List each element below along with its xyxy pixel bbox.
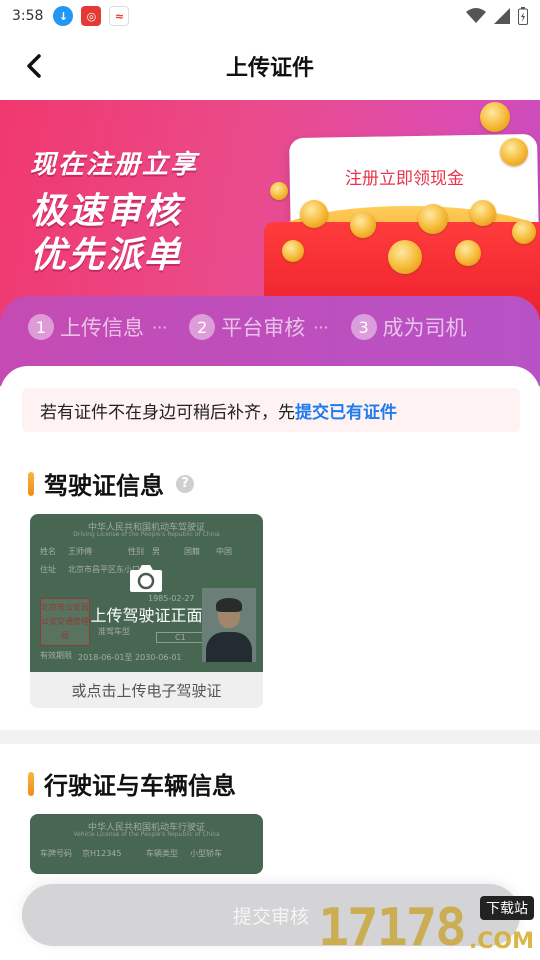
step-platform-review: 2 平台审核 ··· (189, 312, 329, 342)
vehicle-license-upload-card[interactable]: 中华人民共和国机动车行驶证 Vehicle License of the Peo… (30, 814, 263, 874)
coin-icon (350, 212, 376, 238)
app-notification-icon: ◎ (81, 6, 102, 26)
section-accent-bar (28, 471, 34, 496)
step-number: 2 (189, 314, 216, 340)
vehicle-license-sample-image[interactable]: 中华人民共和国机动车行驶证 Vehicle License of the Peo… (30, 814, 263, 874)
coin-icon (270, 182, 288, 200)
cash-card-text: 注册立即领现金 (345, 169, 464, 189)
banner-line-1: 现在注册立享 (30, 150, 199, 180)
coin-icon (470, 200, 496, 226)
banner-line-3: 优先派单 (30, 235, 183, 276)
notice-text: 若有证件不在身边可稍后补齐，先 (40, 402, 295, 423)
app-notification-icon-2: ≈ (109, 6, 130, 26)
step-label: 平台审核 (221, 316, 306, 340)
electronic-license-upload-link[interactable]: 或点击上传电子驾驶证 (30, 672, 263, 708)
section-title-text: 行驶证与车辆信息 (44, 772, 236, 800)
license-dim-overlay (30, 814, 263, 874)
section-vehicle-license: 行驶证与车辆信息 (28, 766, 236, 801)
wifi-icon (466, 8, 486, 23)
step-upload-info: 1 上传信息 ··· (28, 312, 167, 342)
submit-existing-link[interactable]: 提交已有证件 (295, 398, 397, 423)
step-number: 1 (28, 314, 54, 340)
upload-driver-license-label[interactable]: 上传驾驶证正面 (30, 602, 263, 626)
help-icon[interactable]: ? (176, 474, 194, 493)
chevron-left-icon (27, 54, 41, 78)
step-dots: ··· (313, 317, 329, 337)
step-dots: ··· (152, 317, 168, 337)
section-title-text: 驾驶证信息 (44, 472, 164, 500)
section-driver-license: 驾驶证信息 ? (28, 466, 194, 501)
navigation-bar: 上传证件 (0, 32, 540, 100)
step-label: 上传信息 (60, 316, 144, 340)
signal-icon (494, 8, 510, 24)
notice-bar: 若有证件不在身边可稍后补齐，先 提交已有证件 (22, 388, 520, 432)
coin-icon (480, 102, 510, 132)
coin-icon (512, 220, 536, 244)
camera-icon[interactable] (128, 562, 164, 594)
back-button[interactable] (18, 50, 50, 82)
page-title: 上传证件 (225, 56, 314, 81)
battery-icon (518, 7, 528, 25)
driver-license-upload-card[interactable]: 中华人民共和国机动车驾驶证 Driving License of the Peo… (30, 514, 263, 708)
coin-icon (418, 204, 448, 234)
coin-icon (300, 200, 328, 228)
site-watermark: 17178 下载站 .COM (308, 894, 538, 958)
driver-license-sample-image[interactable]: 中华人民共和国机动车驾驶证 Driving License of the Peo… (30, 514, 263, 672)
step-become-driver: 3 成为司机 (350, 312, 467, 342)
watermark-domain: .COM (468, 929, 534, 954)
coin-icon (455, 240, 481, 266)
section-divider (0, 730, 540, 744)
coin-icon (388, 240, 422, 274)
status-bar: 3:58 ↓ ◎ ≈ (0, 0, 540, 32)
step-label: 成为司机 (382, 316, 467, 340)
coin-icon (282, 240, 304, 262)
step-number: 3 (350, 314, 377, 340)
watermark-badge: 下载站 (480, 896, 534, 920)
status-time: 3:58 (12, 8, 44, 24)
download-icon: ↓ (53, 6, 74, 26)
content-panel: 若有证件不在身边可稍后补齐，先 提交已有证件 驾驶证信息 ? 中华人民共和国机动… (0, 366, 540, 960)
watermark-number: 17178 (318, 898, 467, 958)
section-accent-bar (28, 771, 34, 796)
coin-icon (500, 138, 528, 166)
